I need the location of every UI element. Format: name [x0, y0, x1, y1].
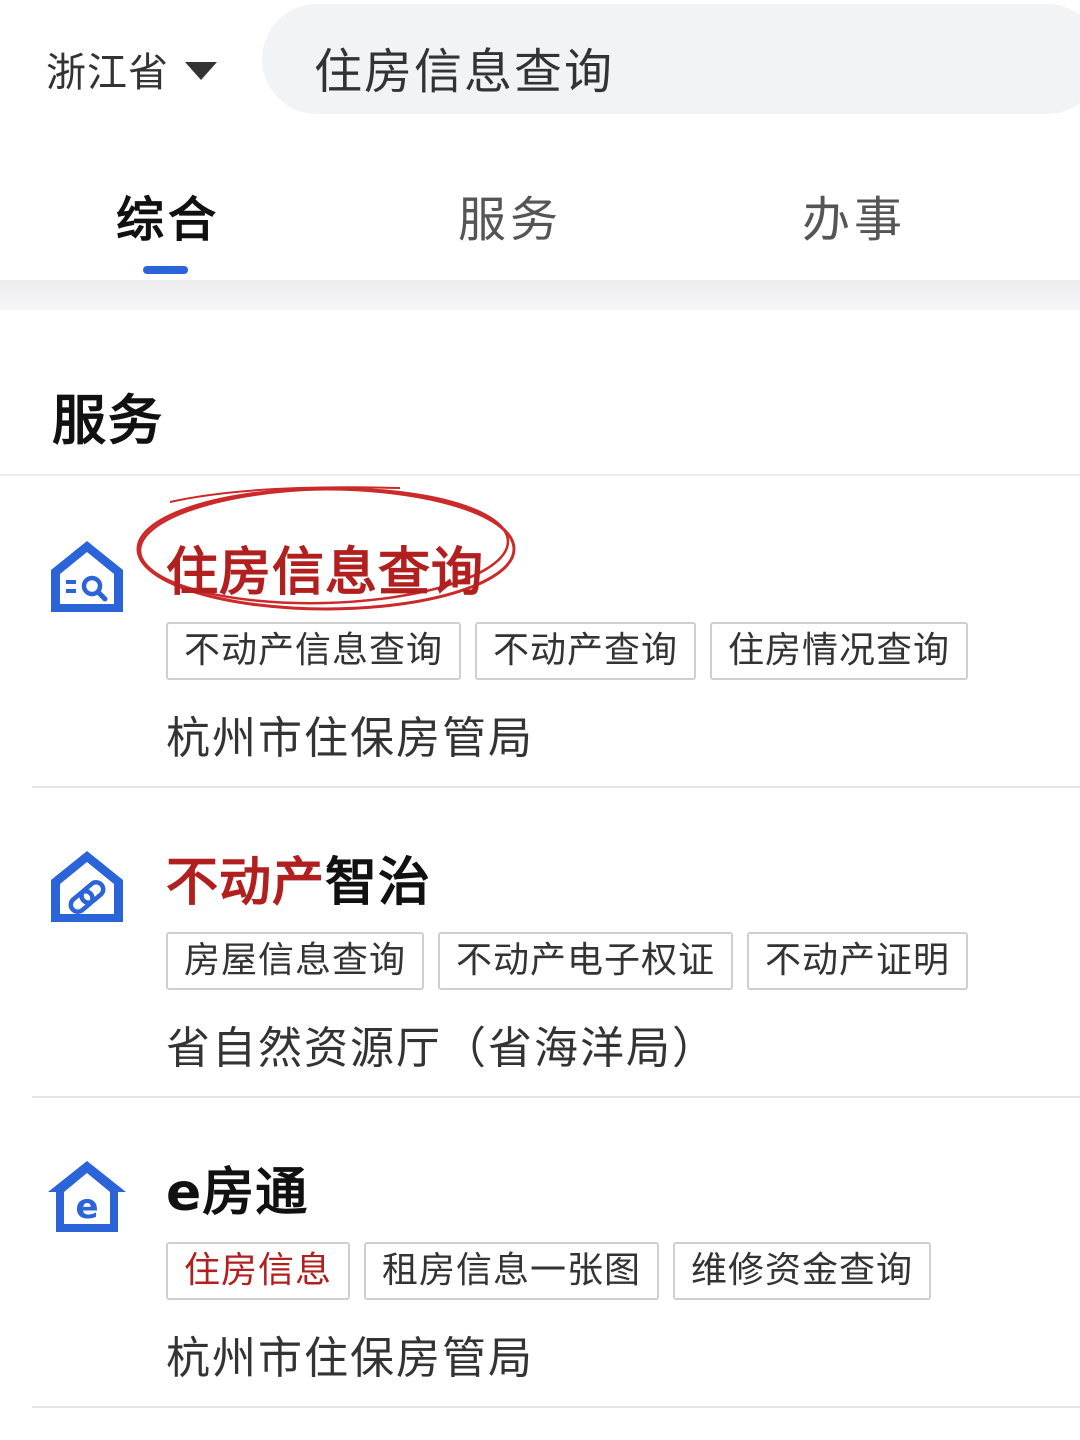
service-title[interactable]: 住房信息查询 — [166, 530, 484, 605]
tab-comprehensive[interactable]: 综合 — [116, 180, 220, 250]
search-query: 住房信息查询 — [314, 44, 615, 100]
region-selector[interactable]: 浙江省 — [46, 40, 217, 98]
active-tab-indicator — [143, 266, 188, 274]
tab-services[interactable]: 服务 — [458, 180, 562, 250]
search-input[interactable]: 住房信息查询 — [262, 4, 1080, 114]
tab-affairs[interactable]: 办事 — [802, 180, 906, 250]
tag-button[interactable]: 租房信息一张图 — [364, 1242, 660, 1300]
chevron-down-icon — [185, 62, 217, 80]
service-title-highlight: 不动产 — [166, 853, 326, 913]
divider — [32, 1406, 1080, 1408]
house-search-icon — [51, 541, 123, 612]
tag-button[interactable]: 房屋信息查询 — [166, 932, 425, 990]
tag-button[interactable]: 住房信息 — [166, 1242, 351, 1300]
house-e-icon: e — [48, 1161, 126, 1232]
service-org: 杭州市住保房管局 — [166, 713, 534, 764]
service-title-highlight: 住房信息查询 — [166, 543, 485, 603]
service-org: 杭州市住保房管局 — [166, 1333, 534, 1384]
tag-list: 不动产信息查询 不动产查询 住房情况查询 — [166, 622, 982, 680]
service-title[interactable]: 不动产智治 — [166, 840, 431, 915]
tag-button[interactable]: 不动产信息查询 — [166, 622, 462, 680]
service-org: 省自然资源厅（省海洋局） — [166, 1023, 718, 1074]
tag-list: 房屋信息查询 不动产电子权证 不动产证明 — [166, 932, 982, 990]
tag-button[interactable]: 不动产证明 — [747, 932, 969, 990]
divider — [0, 280, 1080, 310]
divider — [0, 474, 1080, 476]
service-title-rest: 智治 — [325, 853, 432, 913]
section-title: 服务 — [52, 389, 164, 452]
service-card[interactable]: 住房信息查询 不动产信息查询 不动产查询 住房情况查询 杭州市住保房管局 — [0, 478, 1080, 788]
service-title-rest: e房通 — [166, 1163, 309, 1223]
house-link-icon — [51, 851, 123, 922]
tag-button[interactable]: 不动产电子权证 — [438, 932, 734, 990]
svg-text:e: e — [75, 1187, 98, 1227]
region-label: 浙江省 — [46, 50, 169, 96]
tag-button[interactable]: 维修资金查询 — [673, 1242, 932, 1300]
tag-button[interactable]: 不动产查询 — [475, 622, 697, 680]
service-card[interactable]: e e房通 住房信息 租房信息一张图 维修资金查询 杭州市住保房管局 — [0, 1098, 1080, 1408]
top-bar: 浙江省 住房信息查询 — [0, 0, 1080, 118]
service-card[interactable]: 不动产智治 房屋信息查询 不动产电子权证 不动产证明 省自然资源厅（省海洋局） — [0, 788, 1080, 1098]
tag-button[interactable]: 住房情况查询 — [710, 622, 969, 680]
service-title[interactable]: e房通 — [166, 1150, 308, 1225]
tab-bar: 综合 服务 办事 — [0, 150, 1080, 280]
tag-list: 住房信息 租房信息一张图 维修资金查询 — [166, 1242, 945, 1300]
